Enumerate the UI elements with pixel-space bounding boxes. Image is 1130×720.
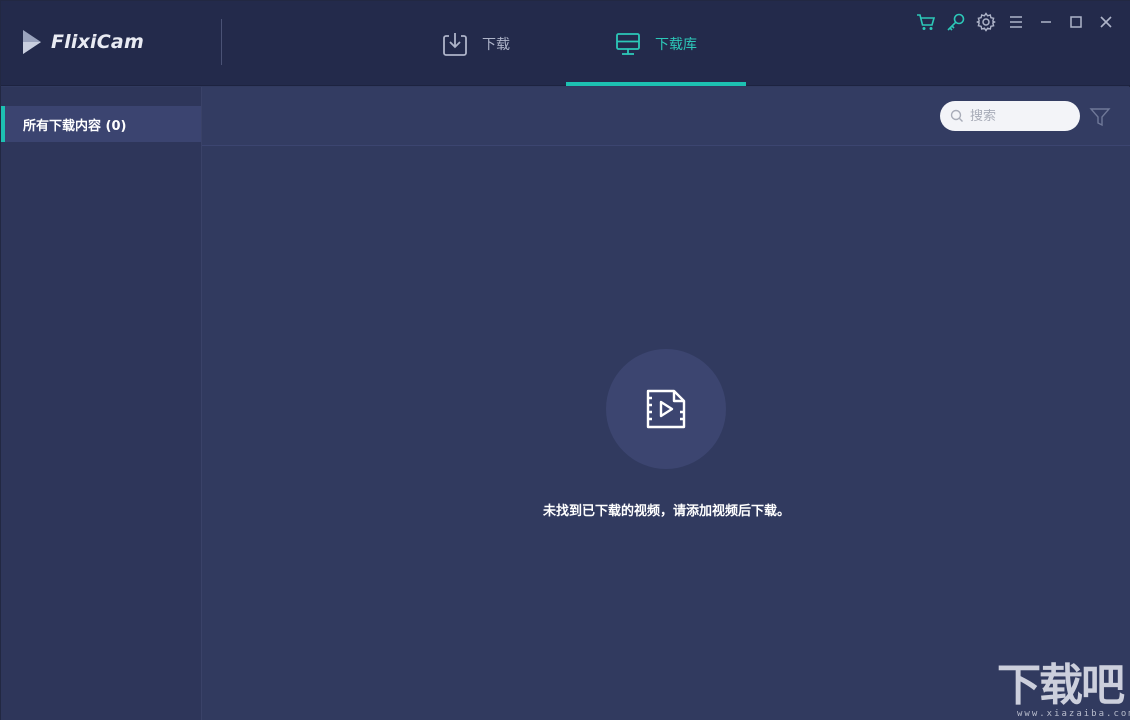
empty-state-illustration bbox=[606, 349, 726, 469]
tab-library[interactable]: 下载库 bbox=[566, 1, 746, 86]
app-name: FlixiCam bbox=[51, 31, 144, 53]
tab-library-label: 下载库 bbox=[655, 36, 697, 53]
empty-state-message: 未找到已下载的视频，请添加视频后下载。 bbox=[542, 504, 790, 519]
video-file-icon bbox=[646, 389, 686, 429]
close-button[interactable] bbox=[1091, 11, 1121, 33]
maximize-icon bbox=[1070, 16, 1082, 28]
sidebar-item-label: 所有下载内容 (0) bbox=[23, 118, 127, 134]
active-tab-indicator bbox=[566, 82, 746, 86]
settings-button[interactable] bbox=[971, 11, 1001, 33]
library-toolbar bbox=[202, 87, 1130, 146]
window-controls bbox=[911, 11, 1121, 33]
download-tray-icon bbox=[443, 32, 467, 56]
gear-icon bbox=[976, 12, 996, 32]
sidebar: 所有下载内容 (0) bbox=[1, 87, 202, 720]
monitor-library-icon bbox=[616, 32, 640, 55]
search-icon bbox=[950, 109, 963, 122]
tab-download[interactable]: 下载 bbox=[441, 1, 566, 86]
register-key-button[interactable] bbox=[941, 11, 971, 33]
tab-download-label: 下载 bbox=[482, 36, 510, 53]
filter-button[interactable] bbox=[1089, 106, 1111, 128]
app-logo: FlixiCam bbox=[21, 28, 144, 56]
minimize-button[interactable] bbox=[1031, 11, 1061, 33]
cart-button[interactable] bbox=[911, 11, 941, 33]
close-icon bbox=[1100, 16, 1112, 28]
menu-button[interactable] bbox=[1001, 11, 1031, 33]
app-window: FlixiCam 下载 下载库 所有下载内容 (0) 搜索 未找到已下载的视频，… bbox=[0, 0, 1130, 720]
filter-icon bbox=[1089, 108, 1111, 127]
key-icon bbox=[947, 13, 965, 31]
cart-icon bbox=[917, 14, 936, 30]
menu-icon bbox=[1010, 16, 1022, 28]
sidebar-item-all-downloads[interactable]: 所有下载内容 (0) bbox=[1, 106, 201, 142]
main-content: 未找到已下载的视频，请添加视频后下载。 bbox=[202, 87, 1130, 720]
maximize-button[interactable] bbox=[1061, 11, 1091, 33]
title-bar: FlixiCam 下载 下载库 bbox=[1, 1, 1130, 86]
site-watermark-url: www.xiazaiba.com bbox=[1017, 709, 1130, 719]
search-box[interactable] bbox=[940, 101, 1080, 131]
flixicam-logo-icon bbox=[23, 30, 41, 54]
minimize-icon bbox=[1041, 21, 1051, 23]
logo-divider bbox=[221, 19, 222, 65]
search-input[interactable] bbox=[970, 108, 1070, 124]
